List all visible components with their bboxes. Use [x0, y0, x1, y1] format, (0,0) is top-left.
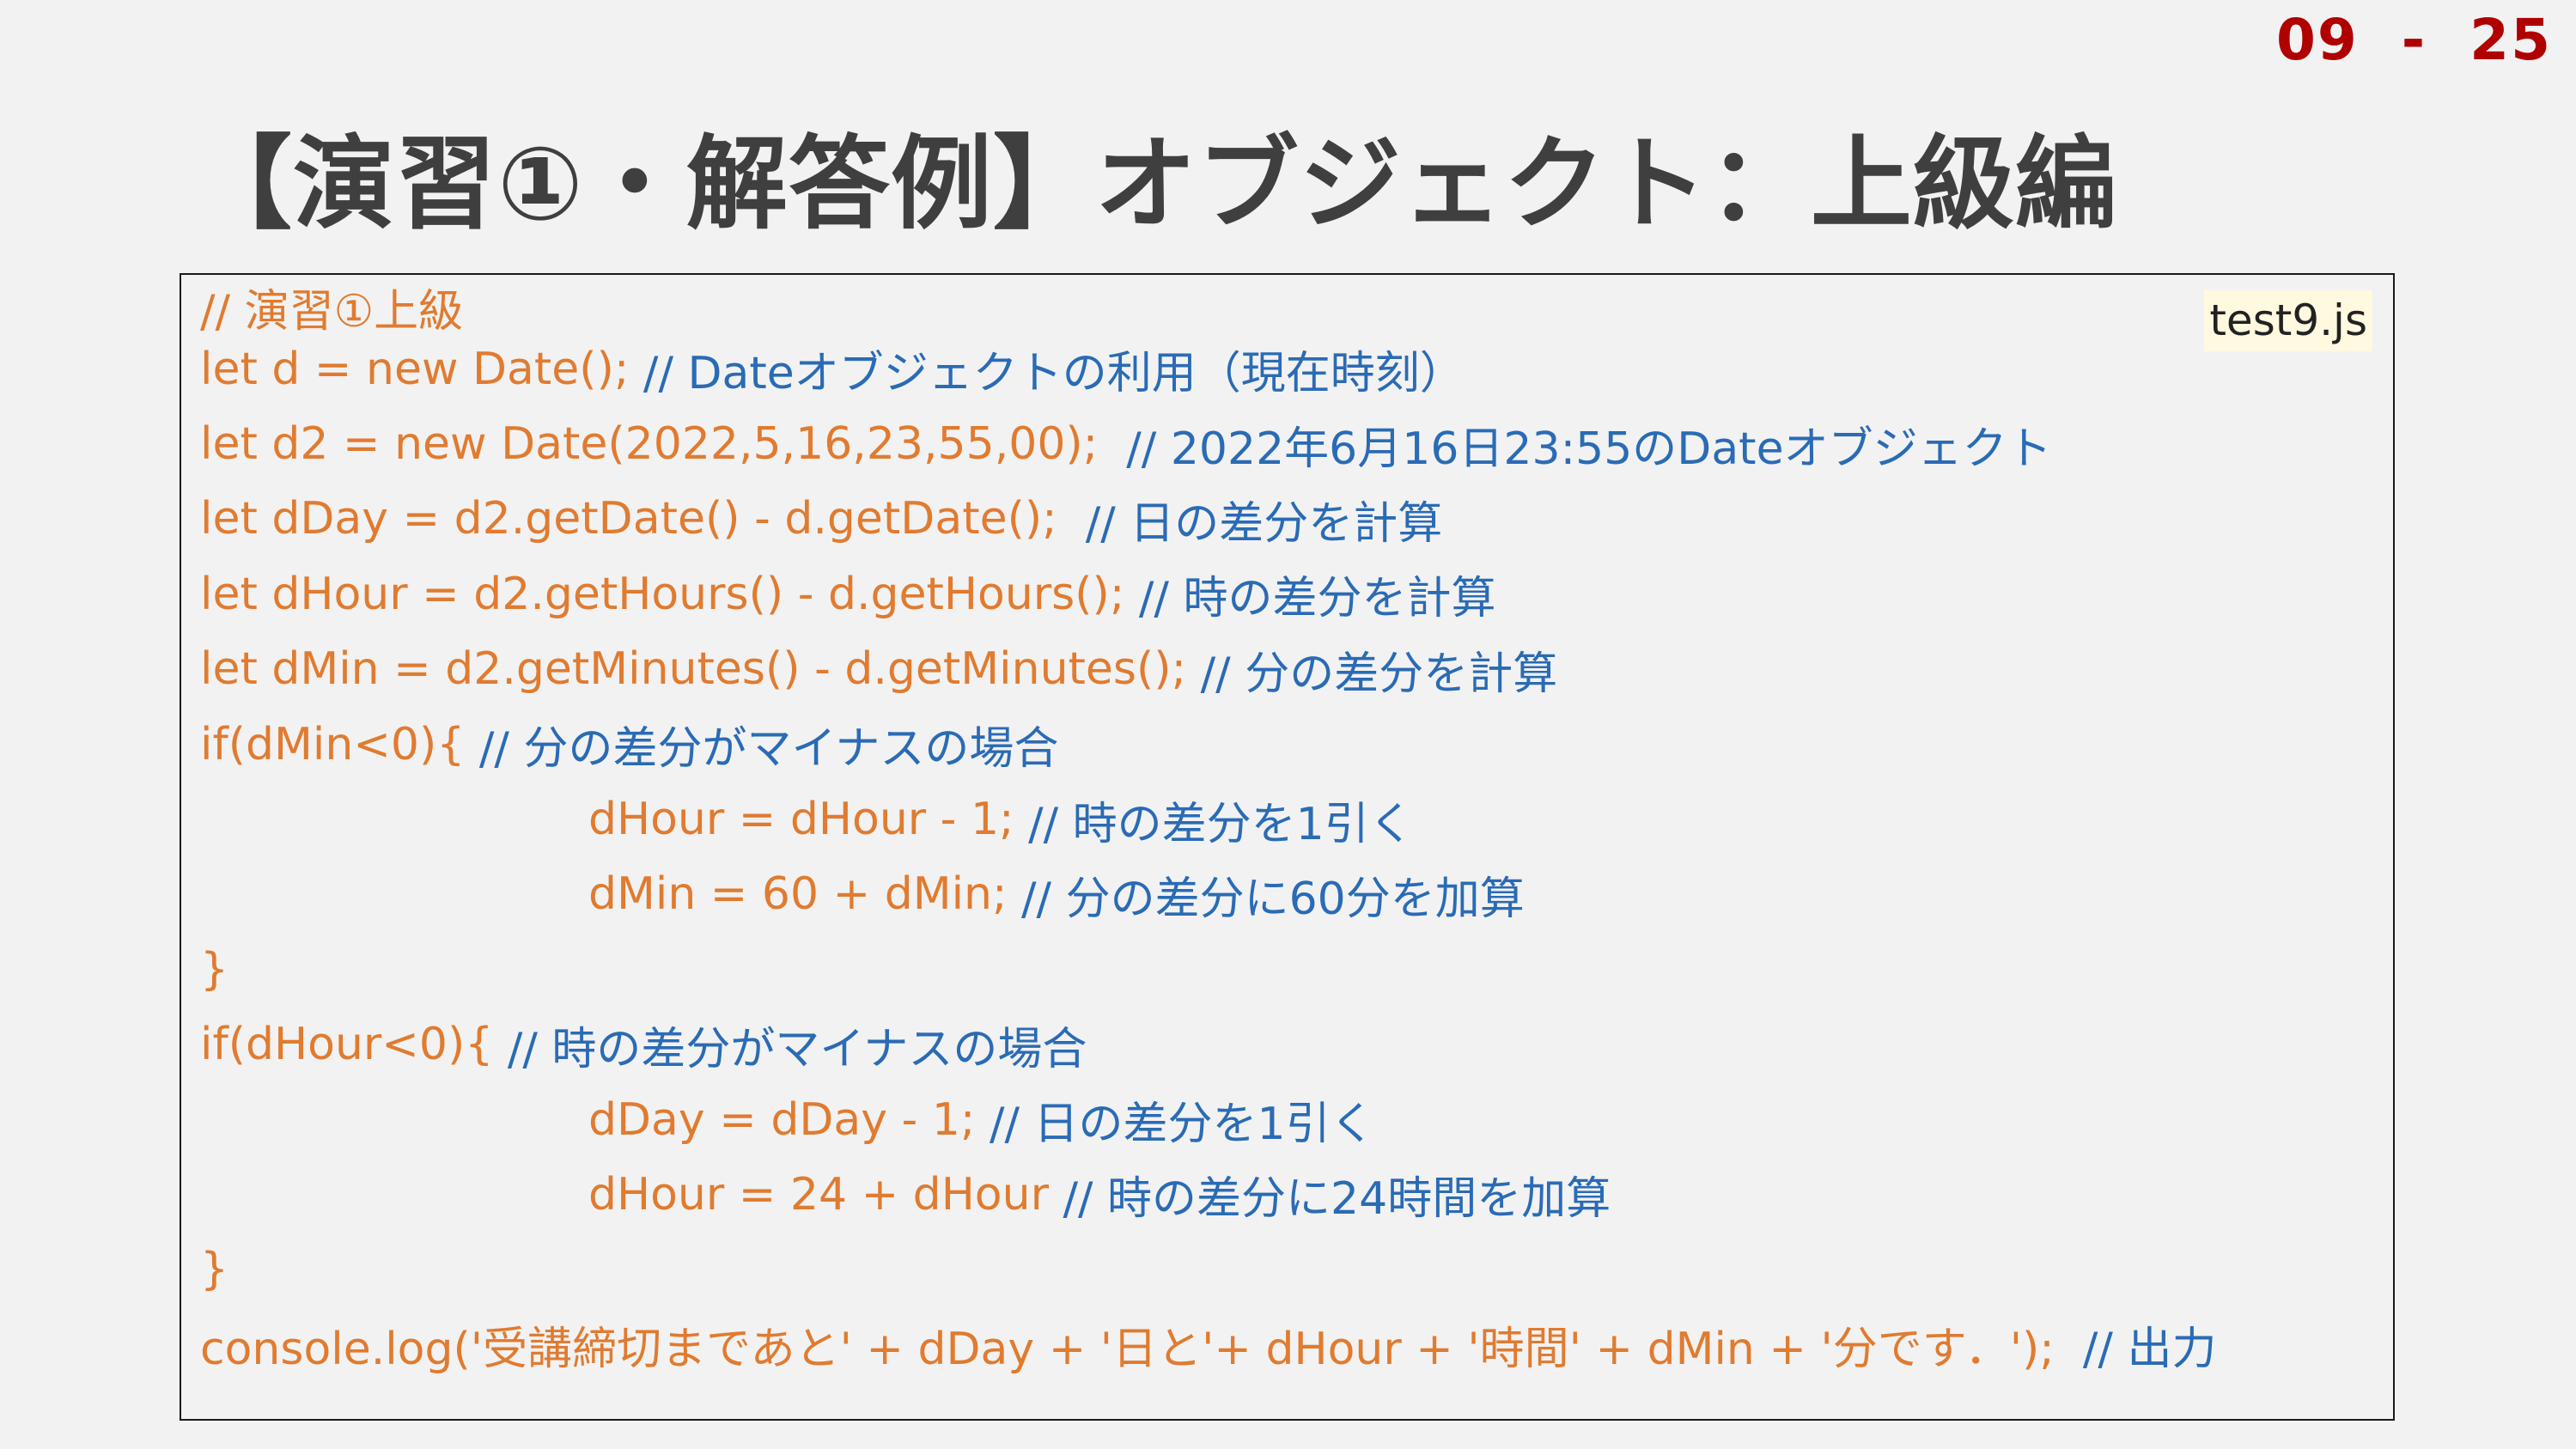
code-line: // 演習①上級	[200, 275, 2393, 338]
code-comment: // 日の差分を1引く	[989, 1099, 1375, 1151]
code-comment: // 出力	[2082, 1324, 2217, 1376]
code-comment: // 時の差分を1引く	[1028, 798, 1414, 850]
code-text: dHour = 24 + dHour	[588, 1168, 1063, 1221]
slide-title: 【演習①・解答例】オブジェクト：上級編	[191, 125, 2117, 243]
code-text: // 演習①上級	[200, 286, 464, 338]
code-text: }	[200, 943, 229, 995]
code-comment: // 分の差分がマイナスの場合	[478, 723, 1059, 776]
code-line: dHour = dHour - 1; // 時の差分を1引く	[200, 782, 2393, 856]
code-text: dMin = 60 + dMin;	[588, 868, 1022, 921]
code-block: test9.js // 演習①上級 let d = new Date(); //…	[180, 273, 2395, 1421]
code-comment: // 時の差分に24時間を加算	[1063, 1173, 1611, 1226]
code-line: }	[200, 932, 2393, 1007]
code-line: let d2 = new Date(2022,5,16,23,55,00); /…	[200, 406, 2393, 481]
code-line: dDay = dDay - 1; // 日の差分を1引く	[200, 1082, 2393, 1157]
code-line: let dHour = d2.getHours() - d.getHours()…	[200, 557, 2393, 631]
code-text: dDay = dDay - 1;	[588, 1093, 990, 1146]
code-text: if(dHour<0){	[200, 1019, 508, 1071]
code-comment: // 時の差分がマイナスの場合	[507, 1023, 1087, 1075]
code-comment: // Dateオブジェクトの利用（現在時刻）	[642, 348, 1465, 400]
code-lines: // 演習①上級 let d = new Date(); // Dateオブジェ…	[200, 275, 2393, 1382]
page-number: 09 - 25	[2276, 7, 2552, 73]
code-line: let dMin = d2.getMinutes() - d.getMinute…	[200, 632, 2393, 707]
code-line: console.log('受講締切まであと' + dDay + '日と'+ dH…	[200, 1307, 2393, 1382]
code-text: let dHour = d2.getHours() - d.getHours()…	[200, 568, 1139, 620]
code-comment: // 分の差分に60分を加算	[1021, 873, 1525, 925]
code-comment: // 時の差分を計算	[1138, 573, 1496, 625]
code-line: }	[200, 1233, 2393, 1307]
code-line: if(dMin<0){ // 分の差分がマイナスの場合	[200, 707, 2393, 782]
code-text: dHour = dHour - 1;	[588, 794, 1029, 846]
code-comment: // 分の差分を計算	[1200, 648, 1558, 700]
code-comment: // 2022年6月16日23:55のDateオブジェクト	[1126, 423, 2052, 475]
code-text: let dMin = d2.getMinutes() - d.getMinute…	[200, 643, 1201, 696]
code-line: dMin = 60 + dMin; // 分の差分に60分を加算	[200, 857, 2393, 932]
code-text: let dDay = d2.getDate() - d.getDate();	[200, 493, 1086, 545]
code-text: let d = new Date();	[200, 343, 643, 395]
code-line: dHour = 24 + dHour // 時の差分に24時間を加算	[200, 1157, 2393, 1232]
code-text: if(dMin<0){	[200, 718, 479, 770]
code-line: let dDay = d2.getDate() - d.getDate(); /…	[200, 482, 2393, 557]
code-text: console.log('受講締切まであと' + dDay + '日と'+ dH…	[200, 1324, 2083, 1376]
code-text: }	[200, 1244, 229, 1296]
code-line: let d = new Date(); // Dateオブジェクトの利用（現在時…	[200, 332, 2393, 406]
code-comment: // 日の差分を計算	[1085, 497, 1443, 550]
code-text: let d2 = new Date(2022,5,16,23,55,00);	[200, 418, 1127, 471]
code-line: if(dHour<0){ // 時の差分がマイナスの場合	[200, 1008, 2393, 1082]
